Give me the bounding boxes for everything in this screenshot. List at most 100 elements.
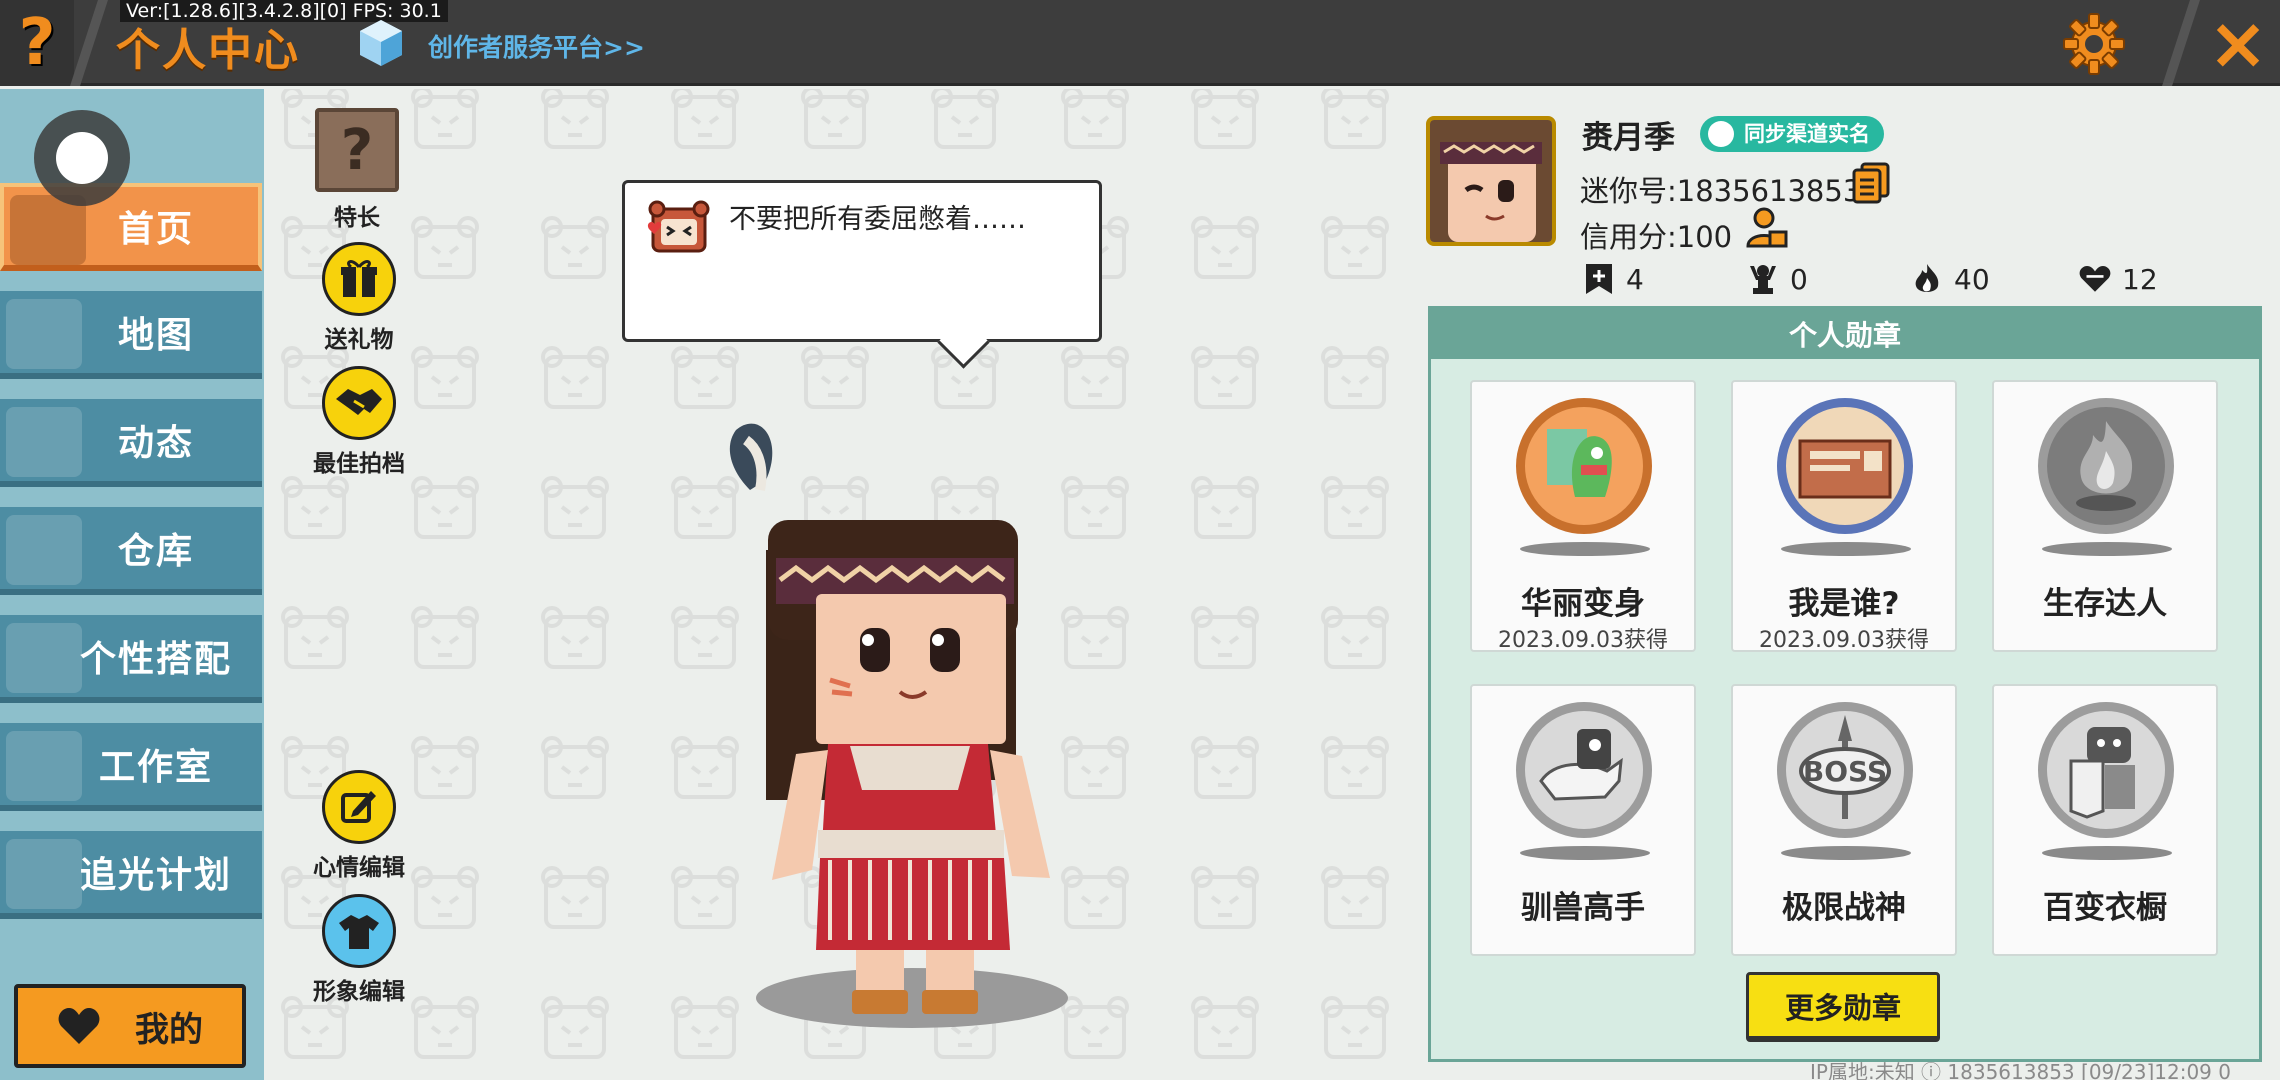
close-icon: ×	[2207, 1, 2269, 85]
medal-card[interactable]: 百变衣橱	[1992, 684, 2218, 956]
real-name-verify-badge[interactable]: 同步渠道实名	[1700, 116, 1884, 152]
medal-shadow	[1520, 542, 1650, 556]
medal-shadow	[1781, 846, 1911, 860]
creator-platform-link[interactable]: 创作者服务平台>>	[428, 28, 645, 64]
medal-name: 极限战神	[1782, 890, 1906, 926]
medal-panel-header: 个人勋章	[1431, 309, 2259, 359]
sidebar-item-studio[interactable]: 工作室	[0, 723, 262, 811]
wardrobe-medal-icon	[2038, 702, 2174, 838]
outfit-icon	[6, 623, 82, 693]
mood-speech-bubble[interactable]: 不要把所有委屈憋着……	[622, 180, 1102, 342]
medal-shadow	[1781, 542, 1911, 556]
player-avatar-3d[interactable]	[700, 410, 1120, 1030]
mystery-box-icon: ?	[315, 108, 399, 192]
medal-card[interactable]: 我是谁? 2023.09.03获得	[1731, 380, 1957, 653]
medal-shadow	[2042, 542, 2172, 556]
image-edit-label: 形象编辑	[313, 979, 405, 1005]
mini-id: 迷你号:1835613853	[1580, 174, 1862, 208]
sidebar-item-label: 仓库	[117, 531, 194, 572]
medal-name: 百变衣橱	[2043, 890, 2167, 926]
heart-icon	[2079, 265, 2111, 292]
assist-dot	[56, 132, 108, 184]
sidebar-item-warehouse[interactable]: 仓库	[0, 507, 262, 595]
medal-shadow	[2042, 846, 2172, 860]
handshake-icon	[322, 366, 396, 440]
page-title: 个人中心	[116, 25, 300, 76]
stat-flame: 40	[1910, 262, 1990, 296]
medal-date: 2023.09.03获得	[1759, 628, 1929, 653]
verify-badge-label: 同步渠道实名	[1744, 122, 1870, 146]
credit-score: 信用分:100	[1580, 220, 1733, 254]
house-icon	[6, 515, 82, 585]
top-bar: ? 个人中心 Ver:[1.28.6][3.4.2.8][0] FPS: 30.…	[0, 0, 2280, 86]
sidebar-item-label: 首页	[117, 209, 194, 250]
medal-name: 华丽变身	[1521, 586, 1645, 622]
stat-value: 40	[1954, 262, 1990, 296]
sidebar-item-label: 工作室	[98, 747, 213, 788]
stat-heart: 12	[2078, 262, 2158, 296]
edit-icon	[322, 770, 396, 844]
gift-button[interactable]: 送礼物	[304, 242, 414, 354]
beast-tamer-medal-icon	[1516, 702, 1652, 838]
studio-icon	[6, 731, 82, 801]
medal-shadow	[1520, 846, 1650, 860]
sidebar-item-label: 个性搭配	[79, 639, 232, 680]
map-icon	[6, 299, 82, 369]
question-icon: ?	[18, 6, 56, 80]
more-medals-button[interactable]: 更多勋章	[1746, 972, 1940, 1042]
copy-icon[interactable]	[1852, 162, 1890, 204]
bell-icon	[6, 407, 82, 477]
mine-label: 我的	[135, 1009, 203, 1050]
medal-date: 2023.09.03获得	[1498, 628, 1668, 653]
specialty-button[interactable]: ? 特长	[302, 108, 412, 232]
image-edit-button[interactable]: 形象编辑	[304, 894, 414, 1006]
bookmark-plus-icon	[1586, 264, 1612, 294]
campfire-medal-icon	[2038, 398, 2174, 534]
dino-medal-icon	[1516, 398, 1652, 534]
medal-card[interactable]: 生存达人	[1992, 380, 2218, 652]
mine-button[interactable]: 我的	[14, 984, 246, 1068]
sidebar: 首页 地图 动态 仓库 个性搭配 工作室 追光计划	[0, 89, 264, 1080]
sidebar-item-label: 地图	[117, 315, 194, 356]
mood-edit-button[interactable]: 心情编辑	[304, 770, 414, 882]
sidebar-item-outfit[interactable]: 个性搭配	[0, 615, 262, 703]
username: 赉月季	[1582, 120, 1675, 156]
medal-name: 驯兽高手	[1521, 890, 1645, 926]
stat-bookmark: 4	[1582, 262, 1644, 296]
best-partner-button[interactable]: 最佳拍档	[304, 366, 414, 478]
help-button[interactable]: ?	[0, 0, 74, 86]
sidebar-item-label: 追光计划	[79, 855, 232, 896]
sidebar-item-map[interactable]: 地图	[0, 291, 262, 379]
shirt-icon	[322, 894, 396, 968]
heart-icon	[58, 1008, 100, 1044]
flame-icon	[1915, 264, 1939, 292]
medal-card[interactable]: 华丽变身 2023.09.03获得	[1470, 380, 1696, 653]
best-partner-label: 最佳拍档	[313, 451, 405, 477]
trophy-person-icon	[1750, 265, 1776, 294]
sidebar-item-light-plan[interactable]: 追光计划	[0, 831, 262, 919]
sidebar-item-home[interactable]: 首页	[0, 183, 262, 271]
stat-value: 12	[2122, 262, 2158, 296]
divider	[2162, 0, 2200, 86]
avatar[interactable]	[1426, 116, 1556, 246]
gift-icon	[322, 242, 396, 316]
footer-info: IP属地:未知 ⓘ 1835613853 [09/23]12:09 0	[1810, 1060, 2231, 1080]
divider	[70, 0, 108, 86]
specialty-label: 特长	[334, 205, 380, 231]
boss-medal-icon: BOSS	[1777, 702, 1913, 838]
envelope-medal-icon	[1777, 398, 1913, 534]
medal-name: 我是谁?	[1788, 586, 1900, 622]
stat-value: 4	[1626, 262, 1644, 296]
floating-assist-ball[interactable]	[34, 110, 130, 206]
stat-value: 0	[1790, 262, 1808, 296]
sidebar-item-feed[interactable]: 动态	[0, 399, 262, 487]
gear-icon[interactable]	[2060, 10, 2128, 78]
medal-card[interactable]: 驯兽高手	[1470, 684, 1696, 956]
cube-icon[interactable]	[358, 18, 404, 68]
medal-card[interactable]: BOSS 极限战神	[1731, 684, 1957, 956]
close-button[interactable]: ×	[2196, 0, 2280, 86]
mood-text: 不要把所有委屈憋着……	[729, 204, 1026, 235]
medal-name: 生存达人	[2043, 586, 2167, 622]
sidebar-item-label: 动态	[117, 423, 194, 464]
credit-person-icon[interactable]	[1744, 206, 1788, 250]
